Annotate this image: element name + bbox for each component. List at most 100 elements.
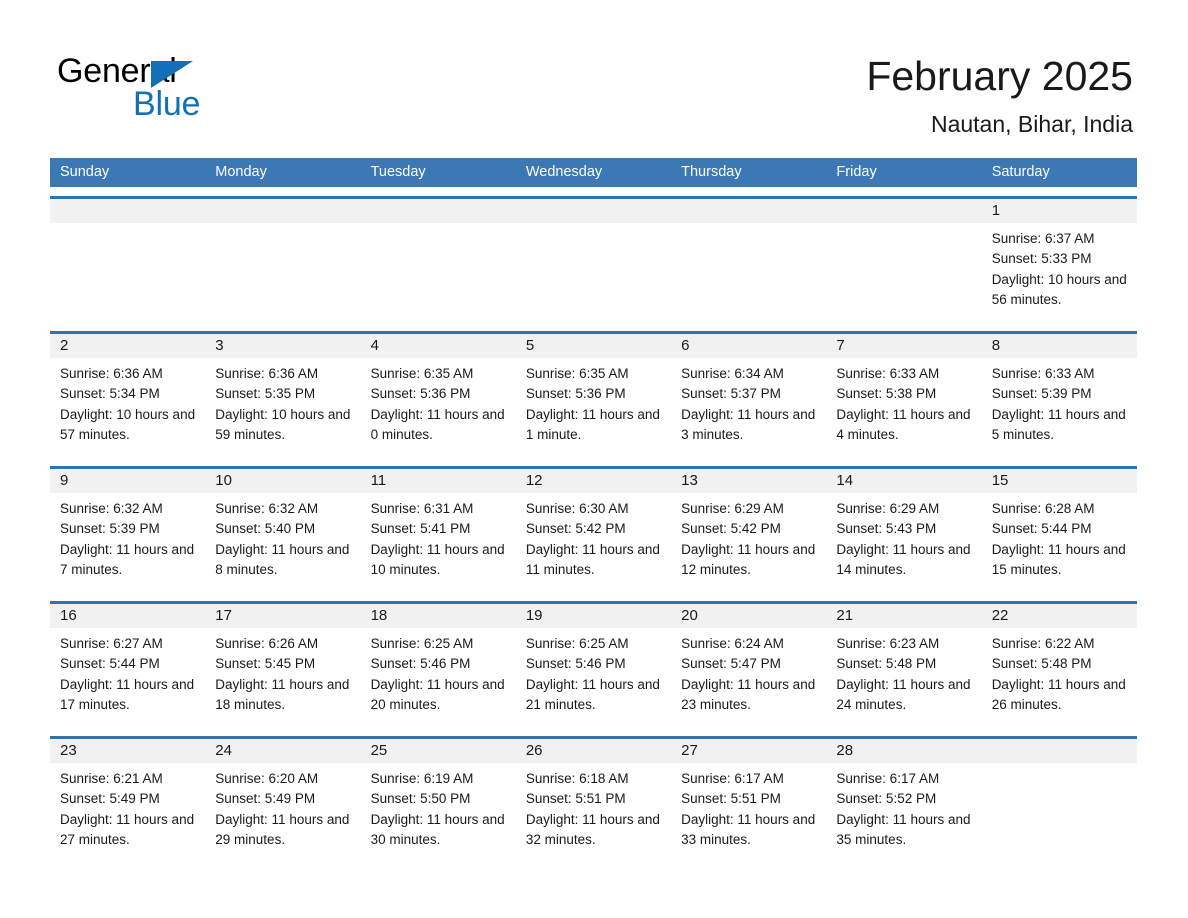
day-number	[515, 199, 672, 223]
day-sun-info: Sunrise: 6:30 AM Sunset: 5:42 PM Daylight:…	[516, 493, 671, 580]
sunset-text: Sunset: 5:39 PM	[991, 386, 1092, 402]
calendar-day-cell[interactable]: 3 Sunrise: 6:36 AM Sunset: 5:35 PM Daylight…	[205, 331, 361, 457]
calendar-day-cell[interactable]: 8 Sunrise: 6:33 AM Sunset: 5:39 PM Daylight…	[981, 331, 1137, 457]
calendar-day-cell[interactable]: 13 Sunrise: 6:29 AM Sunset: 5:42 PM Dayligh…	[671, 466, 827, 592]
day-sun-info: Sunrise: 6:36 AM Sunset: 5:34 PM Daylight:…	[50, 358, 205, 445]
calendar-day-cell[interactable]: 19 Sunrise: 6:25 AM Sunset: 5:46 PM Dayligh…	[515, 601, 672, 727]
daylight-text: Daylight: 11 hours and 24 minutes.	[836, 676, 971, 712]
day-number: 19	[515, 604, 672, 628]
calendar-day-cell[interactable]: 25 Sunrise: 6:19 AM Sunset: 5:50 PM Dayligh…	[360, 736, 516, 862]
day-sun-info: Sunrise: 6:18 AM Sunset: 5:51 PM Daylight:…	[516, 763, 671, 850]
sunrise-text: Sunrise: 6:27 AM	[60, 636, 163, 651]
sunrise-text: Sunrise: 6:25 AM	[525, 636, 629, 651]
calendar-day-cell[interactable]: 27 Sunrise: 6:17 AM Sunset: 5:51 PM Dayligh…	[671, 736, 827, 862]
sunrise-text: Sunrise: 6:29 AM	[836, 501, 940, 516]
day-sun-info: Sunrise: 6:33 AM Sunset: 5:38 PM Daylight:…	[826, 358, 981, 445]
sunset-text: Sunset: 5:38 PM	[836, 386, 937, 402]
calendar-day-cell[interactable]: 16 Sunrise: 6:27 AM Sunset: 5:44 PM Dayligh…	[50, 601, 206, 727]
calendar-day-cell-empty	[981, 736, 1137, 862]
sunset-text: Sunset: 5:41 PM	[370, 521, 471, 537]
day-number: 18	[360, 604, 516, 628]
calendar-day-cell[interactable]: 1 Sunrise: 6:37 AM Sunset: 5:33 PM Daylight…	[981, 196, 1137, 322]
calendar-day-cell[interactable]: 20 Sunrise: 6:24 AM Sunset: 5:47 PM Dayligh…	[671, 601, 827, 727]
calendar-day-cell[interactable]: 7 Sunrise: 6:33 AM Sunset: 5:38 PM Daylight…	[826, 331, 982, 457]
sunrise-text: Sunrise: 6:31 AM	[370, 501, 474, 516]
daylight-text: Daylight: 11 hours and 12 minutes.	[681, 541, 816, 577]
day-sun-info: Sunrise: 6:21 AM Sunset: 5:49 PM Daylight:…	[50, 763, 205, 850]
sunrise-text: Sunrise: 6:36 AM	[215, 366, 319, 381]
daylight-text: Daylight: 11 hours and 21 minutes.	[525, 676, 660, 712]
calendar-week-row: 9 Sunrise: 6:32 AM Sunset: 5:39 PM Daylight…	[50, 466, 1137, 592]
day-number: 4	[360, 334, 516, 358]
daylight-text: Daylight: 11 hours and 8 minutes.	[215, 541, 350, 577]
day-number: 1	[981, 199, 1137, 223]
generalblue-logo[interactable]: General Blue	[57, 52, 257, 128]
day-sun-info: Sunrise: 6:32 AM Sunset: 5:40 PM Daylight:…	[205, 493, 360, 580]
day-number: 8	[981, 334, 1137, 358]
daylight-text: Daylight: 11 hours and 1 minute.	[525, 406, 660, 442]
sunset-text: Sunset: 5:35 PM	[215, 386, 316, 402]
day-number: 7	[826, 334, 982, 358]
calendar-day-cell-empty	[515, 196, 672, 322]
calendar-day-cell[interactable]: 14 Sunrise: 6:29 AM Sunset: 5:43 PM Dayligh…	[826, 466, 982, 592]
calendar-day-cell[interactable]: 6 Sunrise: 6:34 AM Sunset: 5:37 PM Daylight…	[671, 331, 827, 457]
sunrise-text: Sunrise: 6:17 AM	[836, 771, 940, 786]
calendar-day-cell[interactable]: 26 Sunrise: 6:18 AM Sunset: 5:51 PM Dayligh…	[515, 736, 672, 862]
day-number: 11	[360, 469, 516, 493]
calendar-day-cell[interactable]: 2 Sunrise: 6:36 AM Sunset: 5:34 PM Daylight…	[50, 331, 206, 457]
daylight-text: Daylight: 11 hours and 20 minutes.	[370, 676, 505, 712]
calendar-day-cell[interactable]: 15 Sunrise: 6:28 AM Sunset: 5:44 PM Dayligh…	[981, 466, 1137, 592]
page-subtitle-location: Nautan, Bihar, India	[930, 111, 1133, 137]
calendar-day-cell[interactable]: 17 Sunrise: 6:26 AM Sunset: 5:45 PM Dayligh…	[205, 601, 361, 727]
sunrise-text: Sunrise: 6:25 AM	[370, 636, 474, 651]
sunset-text: Sunset: 5:45 PM	[215, 656, 316, 672]
sunrise-text: Sunrise: 6:24 AM	[681, 636, 784, 651]
day-sun-info: Sunrise: 6:31 AM Sunset: 5:41 PM Daylight:…	[361, 493, 516, 580]
calendar-day-cell[interactable]: 9 Sunrise: 6:32 AM Sunset: 5:39 PM Daylight…	[50, 466, 206, 592]
daylight-text: Daylight: 11 hours and 7 minutes.	[60, 541, 195, 577]
calendar-day-cell[interactable]: 23 Sunrise: 6:21 AM Sunset: 5:49 PM Dayligh…	[50, 736, 206, 862]
calendar-week-row: 23 Sunrise: 6:21 AM Sunset: 5:49 PM Dayligh…	[50, 736, 1137, 862]
calendar-day-cell[interactable]: 10 Sunrise: 6:32 AM Sunset: 5:40 PM Dayligh…	[205, 466, 361, 592]
daylight-text: Daylight: 10 hours and 56 minutes.	[991, 271, 1127, 307]
sunset-text: Sunset: 5:52 PM	[836, 791, 937, 807]
day-sun-info: Sunrise: 6:36 AM Sunset: 5:35 PM Daylight:…	[205, 358, 360, 445]
day-sun-info: Sunrise: 6:19 AM Sunset: 5:50 PM Daylight:…	[361, 763, 516, 850]
day-sun-info: Sunrise: 6:22 AM Sunset: 5:48 PM Daylight:…	[982, 628, 1137, 715]
sunset-text: Sunset: 5:39 PM	[60, 521, 160, 537]
calendar-week-row: 2 Sunrise: 6:36 AM Sunset: 5:34 PM Daylight…	[50, 331, 1137, 457]
calendar-day-cell[interactable]: 24 Sunrise: 6:20 AM Sunset: 5:49 PM Dayligh…	[205, 736, 361, 862]
sunrise-text: Sunrise: 6:20 AM	[215, 771, 319, 786]
day-number: 25	[360, 739, 516, 763]
daylight-text: Daylight: 11 hours and 4 minutes.	[836, 406, 971, 442]
calendar-weeks: 1 Sunrise: 6:37 AM Sunset: 5:33 PM Daylight…	[50, 196, 1137, 862]
day-sun-info: Sunrise: 6:20 AM Sunset: 5:49 PM Daylight:…	[205, 763, 360, 850]
day-number: 9	[50, 469, 206, 493]
page-header: General Blue February 2025 Nautan, Bihar…	[0, 0, 1188, 158]
day-sun-info: Sunrise: 6:23 AM Sunset: 5:48 PM Daylight:…	[826, 628, 981, 715]
daylight-text: Daylight: 10 hours and 57 minutes.	[60, 406, 196, 442]
calendar-day-cell[interactable]: 4 Sunrise: 6:35 AM Sunset: 5:36 PM Daylight…	[360, 331, 516, 457]
daylight-text: Daylight: 11 hours and 33 minutes.	[681, 811, 816, 847]
sunset-text: Sunset: 5:40 PM	[215, 521, 316, 537]
sunrise-text: Sunrise: 6:22 AM	[991, 636, 1095, 651]
sunset-text: Sunset: 5:48 PM	[991, 656, 1092, 672]
daylight-text: Daylight: 10 hours and 59 minutes.	[215, 406, 351, 442]
calendar-day-cell[interactable]: 18 Sunrise: 6:25 AM Sunset: 5:46 PM Dayligh…	[360, 601, 516, 727]
calendar-day-cell[interactable]: 5 Sunrise: 6:35 AM Sunset: 5:36 PM Daylight…	[515, 331, 672, 457]
day-sun-info: Sunrise: 6:26 AM Sunset: 5:45 PM Daylight:…	[205, 628, 360, 715]
calendar-day-cell[interactable]: 12 Sunrise: 6:30 AM Sunset: 5:42 PM Dayligh…	[515, 466, 672, 592]
day-sun-info: Sunrise: 6:17 AM Sunset: 5:52 PM Daylight:…	[826, 763, 981, 850]
daylight-text: Daylight: 11 hours and 23 minutes.	[681, 676, 816, 712]
day-number: 23	[50, 739, 206, 763]
sunset-text: Sunset: 5:46 PM	[370, 656, 471, 672]
calendar-day-cell[interactable]: 11 Sunrise: 6:31 AM Sunset: 5:41 PM Dayligh…	[360, 466, 516, 592]
day-sun-info: Sunrise: 6:28 AM Sunset: 5:44 PM Daylight:…	[982, 493, 1137, 580]
calendar-day-cell[interactable]: 21 Sunrise: 6:23 AM Sunset: 5:48 PM Dayligh…	[826, 601, 982, 727]
sunrise-text: Sunrise: 6:37 AM	[991, 231, 1095, 246]
day-number	[360, 199, 516, 223]
calendar-day-cell[interactable]: 22 Sunrise: 6:22 AM Sunset: 5:48 PM Dayligh…	[981, 601, 1137, 727]
sunrise-text: Sunrise: 6:23 AM	[836, 636, 940, 651]
calendar-day-cell[interactable]: 28 Sunrise: 6:17 AM Sunset: 5:52 PM Dayligh…	[826, 736, 982, 862]
sunset-text: Sunset: 5:49 PM	[215, 791, 316, 807]
